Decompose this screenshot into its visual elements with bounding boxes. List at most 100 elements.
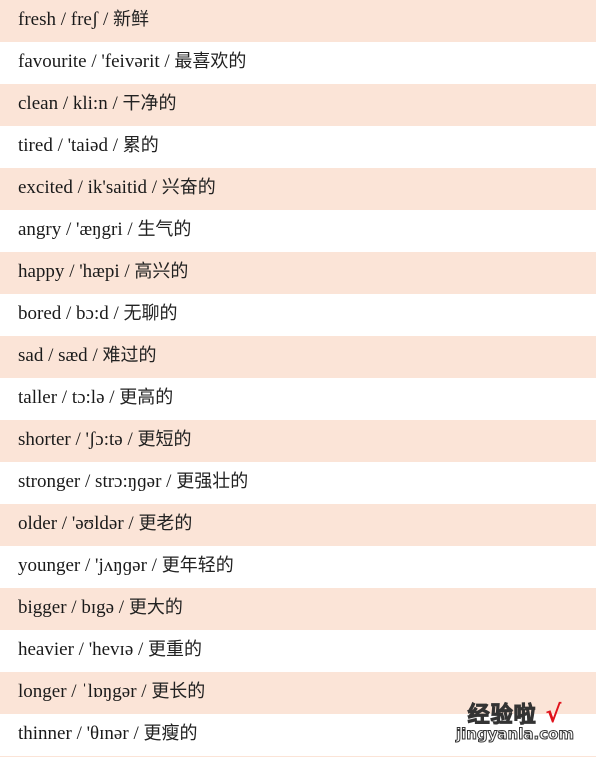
vocab-meaning: 更强壮的 [176, 471, 249, 492]
separator: / [75, 429, 81, 450]
vocab-meaning: 最喜欢的 [174, 51, 247, 72]
separator: / [48, 345, 54, 366]
separator: / [128, 513, 134, 534]
vocab-word: tired [18, 135, 53, 156]
vocab-phonetic: 'æŋgri [76, 219, 123, 240]
vocab-phonetic: 'jʌŋɡər [95, 555, 147, 576]
vocab-phonetic: bɔ:d [76, 303, 109, 324]
vocab-row: heavier / 'hevɪə / 更重的 [0, 630, 596, 672]
vocab-meaning: 更大的 [128, 597, 183, 618]
vocab-phonetic: 'feivərit [101, 51, 160, 72]
separator: / [71, 597, 77, 618]
vocab-phonetic: tɔ:lə [71, 387, 105, 408]
vocab-word: younger [18, 555, 81, 576]
vocab-word: fresh [18, 9, 56, 30]
vocab-row: stronger / strɔ:ŋɡər / 更强壮的 [0, 462, 596, 504]
vocab-row: favourite / 'feivərit / 最喜欢的 [0, 42, 596, 84]
vocab-phonetic: 'θɪnər [86, 723, 129, 744]
vocab-word: stronger [18, 471, 81, 492]
vocab-phonetic: bɪgə [81, 597, 115, 618]
vocab-word: longer [18, 681, 67, 702]
vocab-meaning: 高兴的 [134, 261, 189, 282]
vocab-word: heavier [18, 639, 74, 660]
vocab-row: clean / kli:n / 干净的 [0, 84, 596, 126]
vocab-phonetic: 'hevɪə [88, 639, 134, 660]
vocab-row: younger / 'jʌŋɡər / 更年轻的 [0, 546, 596, 588]
separator: / [92, 345, 98, 366]
vocab-meaning: 兴奋的 [161, 177, 216, 198]
vocab-meaning: 更年轻的 [161, 555, 234, 576]
vocab-phonetic: kli:n [72, 93, 108, 114]
vocab-phonetic: strɔ:ŋɡər [95, 471, 162, 492]
vocab-word: shorter [18, 429, 71, 450]
vocab-row: happy / 'hæpi / 高兴的 [0, 252, 596, 294]
separator: / [133, 723, 139, 744]
vocab-word: sad [18, 345, 44, 366]
separator: / [109, 387, 115, 408]
vocab-meaning: 难过的 [102, 345, 157, 366]
vocab-meaning: 累的 [122, 135, 159, 156]
separator: / [77, 177, 83, 198]
separator: / [102, 9, 109, 30]
vocab-word: happy [18, 261, 65, 282]
separator: / [141, 681, 147, 702]
vocab-phonetic: ik'saitid [87, 177, 148, 198]
vocab-word: clean [18, 93, 59, 114]
vocab-phonetic: sæd [58, 345, 88, 366]
vocab-meaning: 无聊的 [123, 303, 178, 324]
separator: / [60, 9, 67, 30]
vocab-row: older / 'əʊldər / 更老的 [0, 504, 596, 546]
vocab-row: sad / sæd / 难过的 [0, 336, 596, 378]
vocab-meaning: 更短的 [137, 429, 192, 450]
vocab-phonetic: freʃ [70, 9, 99, 30]
vocab-meaning: 生气的 [137, 219, 192, 240]
separator: / [61, 387, 68, 408]
vocab-row: shorter / 'ʃɔ:tə / 更短的 [0, 420, 596, 462]
vocab-row: excited / ik'saitid / 兴奋的 [0, 168, 596, 210]
vocab-meaning: 新鲜 [112, 9, 149, 30]
check-icon: √ [545, 700, 563, 728]
separator: / [85, 555, 91, 576]
vocab-phonetic: 'hæpi [79, 261, 120, 282]
vocab-row: tired / 'taiəd / 累的 [0, 126, 596, 168]
separator: / [61, 513, 68, 534]
vocab-row: bigger / bɪgə / 更大的 [0, 588, 596, 630]
separator: / [57, 135, 63, 156]
separator: / [76, 723, 82, 744]
vocab-meaning: 更重的 [148, 639, 203, 660]
separator: / [71, 681, 77, 702]
vocab-word: taller [18, 387, 58, 408]
separator: / [78, 639, 84, 660]
vocab-word: angry [18, 219, 62, 240]
vocab-phonetic: 'ʃɔ:tə [85, 429, 123, 450]
vocab-word: bored [18, 303, 62, 324]
vocab-phonetic: 'əʊldər [71, 513, 124, 534]
vocab-meaning: 更高的 [119, 387, 174, 408]
vocab-meaning: 更瘦的 [143, 723, 198, 744]
vocab-meaning: 干净的 [122, 93, 177, 114]
vocab-word: favourite [18, 51, 87, 72]
vocab-word: excited [18, 177, 73, 198]
vocab-phonetic: 'taiəd [67, 135, 108, 156]
separator: / [113, 303, 119, 324]
vocab-word: thinner [18, 723, 72, 744]
vocab-row: angry / 'æŋgri / 生气的 [0, 210, 596, 252]
separator: / [91, 51, 97, 72]
vocab-meaning: 更老的 [138, 513, 193, 534]
separator: / [66, 303, 72, 324]
separator: / [124, 261, 130, 282]
separator: / [164, 51, 170, 72]
separator: / [127, 429, 133, 450]
separator: / [118, 597, 125, 618]
vocab-row: bored / bɔ:d / 无聊的 [0, 294, 596, 336]
vocab-phonetic: ˈlɒŋgər [81, 681, 137, 702]
separator: / [112, 93, 118, 114]
vocab-word: older [18, 513, 58, 534]
separator: / [138, 639, 144, 660]
watermark: 经验啦 √ jingyanla.com [440, 697, 590, 747]
separator: / [151, 177, 158, 198]
vocab-row: taller / tɔ:lə / 更高的 [0, 378, 596, 420]
separator: / [62, 93, 69, 114]
watermark-url: jingyanla.com [455, 725, 575, 744]
separator: / [166, 471, 172, 492]
